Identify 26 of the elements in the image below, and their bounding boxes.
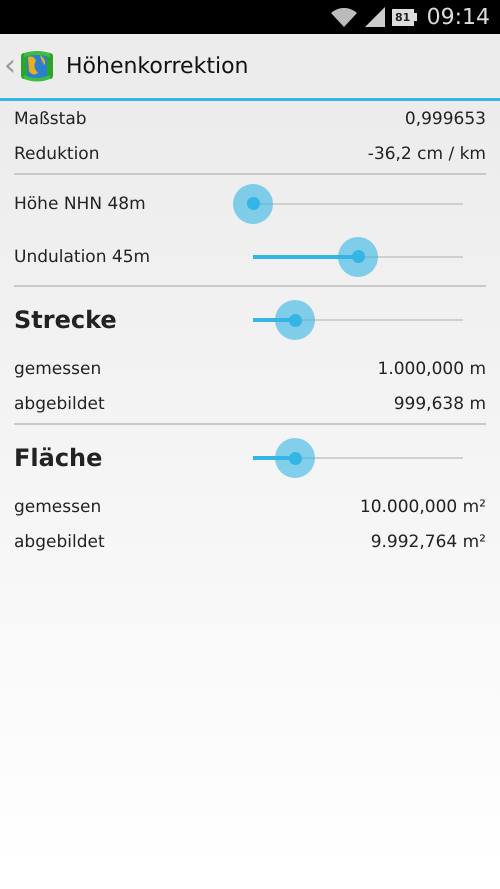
row-label: Reduktion bbox=[14, 144, 100, 164]
slider-label: Undulation 45m bbox=[14, 246, 152, 266]
row-value: 9.992,764 m² bbox=[370, 532, 486, 552]
section-heading: Strecke bbox=[14, 306, 118, 334]
row-label: abgebildet bbox=[14, 532, 105, 552]
row-value: 10.000,000 m² bbox=[360, 496, 486, 516]
section-heading: Fläche bbox=[14, 444, 104, 472]
slider-thumb[interactable] bbox=[338, 236, 378, 276]
row-value: 1.000,000 m bbox=[378, 358, 486, 378]
signal-icon bbox=[364, 6, 386, 28]
row-value: -36,2 cm / km bbox=[368, 144, 486, 164]
row-label: gemessen bbox=[14, 358, 102, 378]
slider-label: Höhe NHN 48m bbox=[14, 194, 147, 214]
wifi-icon bbox=[330, 6, 358, 28]
clock-time: 09:14 bbox=[426, 4, 490, 30]
slider-thumb[interactable] bbox=[275, 300, 315, 340]
row-value: 999,638 m bbox=[394, 394, 486, 414]
slider-thumb[interactable] bbox=[233, 184, 273, 224]
row-value: 0,999653 bbox=[404, 108, 486, 128]
back-caret[interactable]: ‹ bbox=[4, 51, 16, 81]
app-title: Höhenkorrektion bbox=[66, 54, 248, 78]
row-label: Maßstab bbox=[14, 108, 87, 128]
row-label: gemessen bbox=[14, 496, 102, 516]
row-label: abgebildet bbox=[14, 394, 105, 414]
battery-icon: 81 bbox=[392, 8, 417, 26]
slider-thumb[interactable] bbox=[275, 438, 315, 478]
